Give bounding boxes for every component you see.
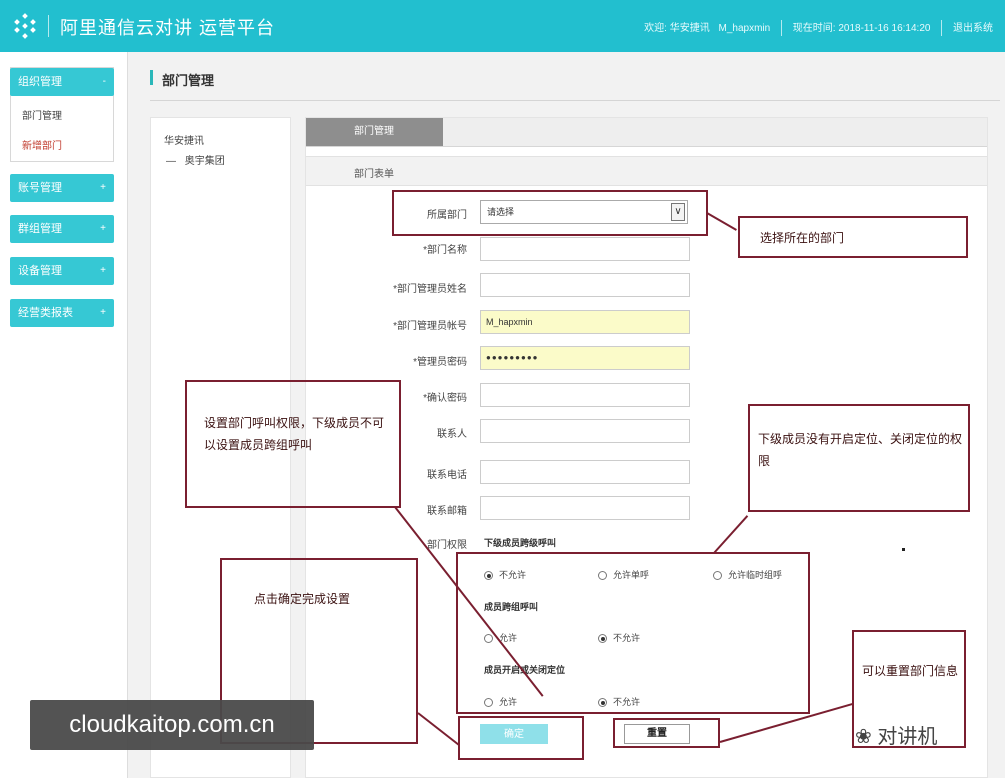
- contact-input[interactable]: [480, 419, 690, 443]
- annotation-highlight-permissions: [456, 552, 810, 714]
- logout-link[interactable]: 退出系统: [953, 19, 993, 34]
- watermark-banner: cloudkaitop.com.cn: [30, 700, 314, 750]
- dept-name-label: *部门名称: [423, 245, 467, 256]
- admin-account-label: *部门管理员帐号: [393, 321, 467, 332]
- tree-branch-icon: —: [166, 156, 176, 167]
- annotation-highlight-confirm: [458, 716, 584, 760]
- annotation-highlight-reset: [613, 718, 720, 748]
- sidebar-item-business-reports[interactable]: 经营类报表 +: [10, 299, 114, 327]
- tree-node-label: 奥宇集团: [184, 156, 225, 167]
- submenu-item-add-dept[interactable]: 新增部门: [22, 137, 62, 152]
- expand-icon: +: [100, 265, 106, 276]
- section-header: 部门表单: [306, 156, 987, 186]
- welcome-text: 欢迎: 华安捷讯: [644, 23, 710, 34]
- collapse-icon: -: [102, 76, 106, 87]
- admin-name-label: *部门管理员姓名: [393, 284, 467, 295]
- annotation-text-confirm: 点击确定完成设置: [254, 592, 351, 606]
- watermark-logo: ❀ 对讲机: [855, 720, 937, 749]
- sidebar-item-label: 群组管理: [18, 223, 62, 235]
- sidebar-item-label: 经营类报表: [18, 307, 73, 319]
- sidebar-item-group-management[interactable]: 群组管理 +: [10, 215, 114, 243]
- wechat-icon: ❀: [855, 726, 872, 748]
- email-input[interactable]: [480, 496, 690, 520]
- confirm-password-input[interactable]: [480, 383, 690, 407]
- dept-name-input[interactable]: [480, 237, 690, 261]
- header-divider: [941, 20, 943, 37]
- page-title-marker: [150, 70, 153, 85]
- perm-cross-level-call-title: 下级成员跨级呼叫: [484, 538, 557, 548]
- user-info: 欢迎: 华安捷讯 M_hapxmin 现在时间: 2018-11-16 16:1…: [644, 19, 993, 37]
- section-title: 部门表单: [354, 169, 394, 180]
- tree-node-child[interactable]: — 奥宇集团: [166, 152, 225, 167]
- header-divider: [780, 20, 782, 37]
- sidebar-item-label: 设备管理: [18, 265, 62, 277]
- top-header: 阿里通信云对讲 运营平台 欢迎: 华安捷讯 M_hapxmin 现在时间: 20…: [0, 0, 1005, 52]
- annotation-text-location: 下级成员没有开启定位、关闭定位的权限: [758, 432, 963, 468]
- sidebar: 组织管理 - 部门管理 新增部门 账号管理 + 群组管理 + 设备管理 + 经营…: [0, 52, 128, 778]
- sidebar-item-device-management[interactable]: 设备管理 +: [10, 257, 114, 285]
- tab-bar: 部门管理: [306, 118, 987, 147]
- permission-label: 部门权限: [427, 540, 467, 551]
- sidebar-item-label: 账号管理: [18, 182, 62, 194]
- watermark-logo-text: 对讲机: [877, 726, 938, 748]
- admin-name-input[interactable]: [480, 273, 690, 297]
- expand-icon: +: [100, 307, 106, 318]
- sidebar-item-account-management[interactable]: 账号管理 +: [10, 174, 114, 202]
- annotation-text-reset: 可以重置部门信息: [862, 664, 959, 678]
- submenu-item-dept-management[interactable]: 部门管理: [22, 107, 62, 122]
- app-title: 阿里通信云对讲 运营平台: [60, 18, 275, 38]
- current-time: 现在时间: 2018-11-16 16:14:20: [792, 23, 931, 34]
- expand-icon: +: [100, 182, 106, 193]
- phone-input[interactable]: [480, 460, 690, 484]
- sidebar-item-org-management[interactable]: 组织管理 -: [10, 68, 114, 96]
- admin-account-input[interactable]: M_hapxmin: [480, 310, 690, 334]
- tree-node-root[interactable]: 华安捷讯: [164, 132, 204, 147]
- admin-password-input[interactable]: ●●●●●●●●●: [480, 346, 690, 370]
- username: M_hapxmin: [718, 23, 771, 34]
- annotation-highlight-select: [392, 190, 708, 236]
- admin-password-label: *管理员密码: [413, 357, 467, 368]
- header-divider: [48, 15, 49, 37]
- logo-icon: [14, 13, 36, 39]
- annotation-text-call: 设置部门呼叫权限，下级成员不可以设置成员跨组呼叫: [204, 416, 385, 452]
- expand-icon: +: [100, 223, 106, 234]
- tab-dept-management[interactable]: 部门管理: [306, 118, 443, 146]
- annotation-text-select: 选择所在的部门: [760, 231, 845, 245]
- divider: [150, 100, 1000, 101]
- stray-dot: [902, 548, 905, 551]
- sidebar-item-label: 组织管理: [18, 76, 62, 88]
- page-title: 部门管理: [162, 73, 215, 88]
